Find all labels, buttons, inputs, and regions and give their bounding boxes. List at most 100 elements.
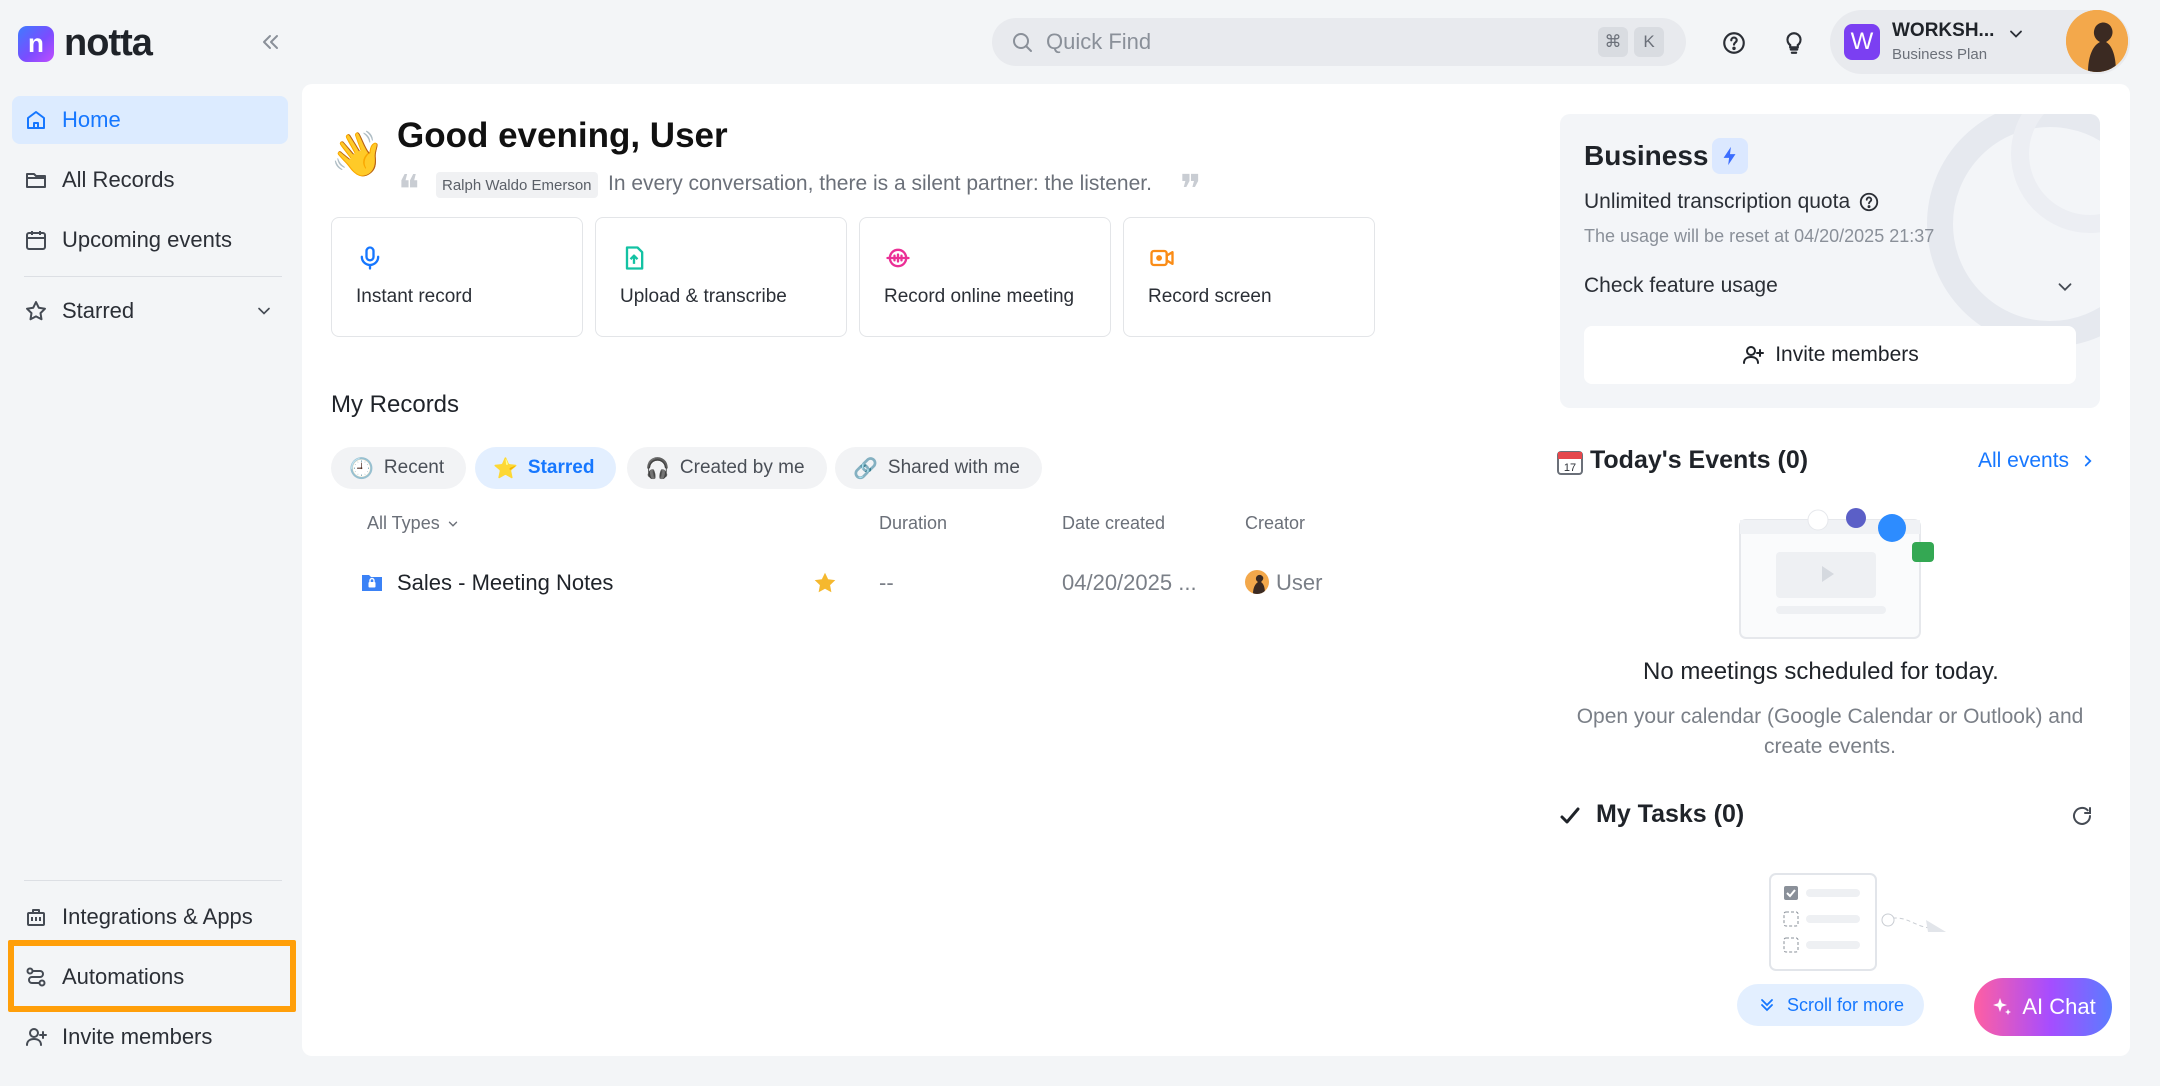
star-outline-icon [26, 301, 46, 321]
record-duration: -- [879, 570, 894, 595]
add-user-icon [26, 1028, 47, 1046]
no-meetings-title: No meetings scheduled for today. [1643, 658, 1999, 685]
calendar-emoji-icon: 17 [1556, 448, 1584, 476]
ai-chat-label: AI Chat [2022, 994, 2096, 1019]
my-tasks-title: My Tasks (0) [1596, 800, 1745, 828]
sidebar-item-label: All Records [62, 167, 175, 192]
todays-events-title: Today's Events (0) [1590, 446, 1809, 474]
sidebar-item-label: Upcoming events [62, 227, 232, 252]
column-creator[interactable]: Creator [1245, 513, 1305, 534]
tab-shared-with-me[interactable]: 🔗 Shared with me [835, 447, 1042, 489]
tab-created-by-me[interactable]: 🎧 Created by me [627, 447, 827, 489]
add-user-icon [1743, 346, 1765, 364]
workspace-name: WORKSH... [1892, 20, 1995, 41]
star-filled-icon[interactable] [812, 570, 838, 596]
tab-recent[interactable]: 🕘 Recent [331, 447, 467, 489]
action-label: Upload & transcribe [620, 286, 787, 307]
no-meetings-description: Open your calendar (Google Calendar or O… [1576, 705, 2084, 758]
greeting-title: Good evening, User [397, 116, 728, 155]
tab-label: Recent [383, 457, 445, 478]
sidebar-item-upcoming-events[interactable]: Upcoming events [12, 216, 288, 264]
lightbulb-icon[interactable] [1781, 30, 1807, 56]
sidebar-item-integrations[interactable]: Integrations & Apps [12, 893, 288, 941]
record-date: 04/20/2025 ... [1062, 570, 1197, 595]
double-chevron-down-icon [1761, 999, 1773, 1012]
column-date-created[interactable]: Date created [1062, 513, 1165, 534]
quota-row: Unlimited transcription quota [1584, 190, 1880, 214]
collapse-sidebar-icon[interactable] [258, 30, 282, 54]
workspace-badge: W [1844, 24, 1880, 60]
shortcut-key-k: K [1634, 27, 1664, 57]
upload-transcribe-button[interactable]: Upload & transcribe [595, 217, 847, 337]
type-filter-label: All Types [367, 513, 440, 533]
record-online-meeting-button[interactable]: Record online meeting [859, 217, 1111, 337]
invite-members-button[interactable]: Invite members [1584, 326, 2076, 384]
type-filter-dropdown[interactable]: All Types [367, 513, 460, 534]
upload-file-icon [625, 246, 644, 270]
search-icon [1013, 33, 1032, 52]
refresh-icon[interactable] [2070, 804, 2094, 828]
svg-text:17: 17 [1564, 462, 1576, 474]
column-duration[interactable]: Duration [879, 513, 947, 534]
action-label: Record online meeting [884, 286, 1075, 307]
sidebar-item-invite-members[interactable]: Invite members [12, 1013, 288, 1061]
chevron-down-icon [2006, 24, 2026, 44]
chevron-right-icon [2084, 455, 2092, 467]
sidebar-item-starred[interactable]: Starred [12, 287, 288, 335]
all-events-link[interactable]: All events [1978, 449, 2097, 473]
headphones-icon: 🎧 [645, 457, 670, 480]
chevron-down-icon[interactable] [254, 301, 274, 321]
instant-record-button[interactable]: Instant record [331, 217, 583, 337]
ai-chat-button[interactable]: AI Chat [1974, 978, 2112, 1036]
quote-author: Ralph Waldo Emerson [436, 172, 598, 198]
home-icon [27, 111, 45, 129]
creator-avatar [1245, 570, 1269, 594]
shortcut-key-cmd: ⌘ [1598, 27, 1628, 57]
check-feature-usage[interactable]: Check feature usage [1584, 274, 2076, 298]
quick-find-search[interactable]: Quick Find ⌘ K [992, 18, 1686, 66]
notta-logo-icon: n [18, 25, 54, 62]
tasks-illustration [1766, 870, 1952, 974]
apps-icon [27, 909, 45, 926]
folder-icon [26, 173, 46, 188]
automations-highlight-box [8, 940, 296, 1012]
locked-folder-icon [361, 572, 383, 592]
scroll-for-more-button[interactable]: Scroll for more [1737, 984, 1924, 1026]
chevron-down-icon [2058, 283, 2072, 292]
tab-label: Shared with me [887, 457, 1020, 478]
chevron-down-icon [448, 521, 457, 527]
scroll-label: Scroll for more [1786, 994, 1905, 1015]
help-icon[interactable] [1721, 30, 1747, 56]
app-name: notta [64, 22, 153, 64]
help-icon[interactable] [1858, 191, 1880, 213]
sidebar-item-label: Invite members [62, 1024, 213, 1049]
clock-icon: 🕘 [349, 457, 374, 480]
record-screen-button[interactable]: Record screen [1123, 217, 1375, 337]
my-records-title: My Records [331, 391, 460, 418]
invite-label: Invite members [1775, 343, 1919, 366]
all-events-label: All events [1978, 449, 2070, 472]
tab-label: Starred [527, 457, 595, 478]
record-creator: User [1276, 570, 1323, 595]
tab-starred[interactable]: ⭐ Starred [475, 447, 617, 489]
record-name[interactable]: Sales - Meeting Notes [397, 570, 613, 596]
action-label: Record screen [1148, 286, 1272, 307]
calendar-icon [26, 231, 46, 250]
close-quote-icon: ❞ [1180, 167, 1202, 213]
star-icon: ⭐ [493, 457, 518, 480]
calendar-illustration [1738, 508, 1938, 642]
app-logo[interactable]: n notta [18, 22, 153, 65]
lightning-icon [1712, 138, 1748, 174]
sidebar-item-home[interactable]: Home [12, 96, 288, 144]
plan-card: Business Unlimited transcription quota T… [1560, 114, 2100, 408]
search-placeholder: Quick Find [1046, 29, 1152, 54]
microphone-icon [360, 246, 380, 270]
link-icon: 🔗 [853, 457, 878, 480]
sparkle-icon [1993, 998, 2012, 1015]
quota-text: Unlimited transcription quota [1584, 190, 1851, 213]
sidebar-item-all-records[interactable]: All Records [12, 156, 288, 204]
user-avatar[interactable] [2066, 10, 2128, 72]
sidebar: n notta Home All Records Upcoming events… [0, 0, 300, 1086]
plan-title: Business [1584, 140, 1709, 171]
sidebar-item-label: Home [62, 107, 121, 132]
